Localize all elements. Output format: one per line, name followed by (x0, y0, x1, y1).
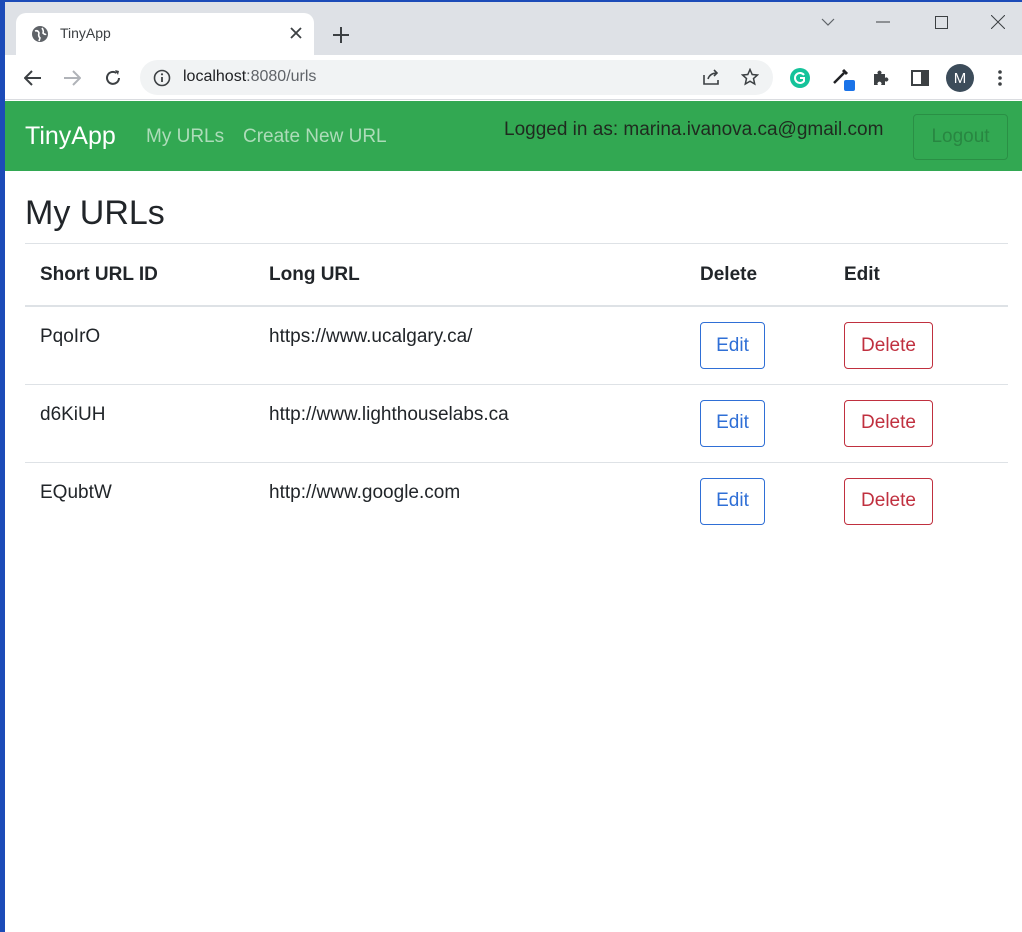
maximize-icon[interactable] (927, 10, 955, 34)
close-icon[interactable] (286, 23, 306, 43)
tab-strip: TinyApp (5, 2, 1022, 55)
web-page: TinyApp My URLs Create New URL Logged in… (5, 101, 1022, 932)
table-header-row: Short URL ID Long URL Delete Edit (25, 244, 1008, 307)
brand-link[interactable]: TinyApp (25, 122, 116, 151)
delete-cell: Delete (829, 306, 1008, 385)
eyedropper-icon[interactable] (828, 63, 858, 93)
share-icon[interactable] (696, 62, 726, 92)
long-url: http://www.google.com (269, 481, 461, 503)
url-host: localhost (183, 68, 247, 85)
delete-button[interactable]: Delete (844, 322, 933, 369)
back-icon[interactable] (18, 63, 48, 93)
table-row: EQubtW http://www.google.com Edit Delete (25, 462, 1008, 540)
address-bar[interactable]: localhost:8080/urls (140, 60, 773, 95)
info-icon[interactable] (152, 68, 172, 88)
short-url-id: EQubtW (40, 481, 112, 503)
edit-button[interactable]: Edit (700, 399, 765, 447)
edit-button[interactable]: Edit (700, 477, 765, 525)
table-row: PqoIrO https://www.ucalgary.ca/ Edit Del… (25, 306, 1008, 385)
browser-window: TinyApp localhost:8080/urls M TinyApp My… (0, 0, 1022, 932)
delete-button[interactable]: Delete (844, 477, 933, 525)
browser-toolbar: localhost:8080/urls M (5, 55, 1022, 100)
delete-cell: Delete (829, 462, 1008, 540)
window-border-left (0, 0, 5, 932)
nav-create-new-url[interactable]: Create New URL (243, 126, 387, 148)
logout-button[interactable]: Logout (913, 114, 1008, 160)
edit-cell: Edit (685, 462, 829, 540)
nav-my-urls[interactable]: My URLs (146, 126, 224, 148)
extensions-icon[interactable] (865, 63, 895, 93)
header-long-url: Long URL (254, 244, 685, 307)
logged-in-text: Logged in as: marina.ivanova.ca@gmail.co… (504, 119, 884, 140)
header-short-url-id: Short URL ID (25, 244, 254, 307)
window-border-top (0, 0, 1022, 2)
edit-cell: Edit (685, 384, 829, 463)
delete-cell: Delete (829, 384, 1008, 463)
page-title: My URLs (25, 194, 165, 232)
browser-tab[interactable]: TinyApp (16, 13, 314, 55)
sidepanel-icon[interactable] (905, 63, 935, 93)
reload-icon[interactable] (98, 63, 128, 93)
window-close-icon[interactable] (984, 10, 1012, 34)
header-edit: Edit (829, 244, 1008, 307)
short-url-id: d6KiUH (25, 384, 254, 463)
edit-cell: Edit (685, 306, 829, 385)
long-url: https://www.ucalgary.ca/ (254, 306, 685, 385)
edit-button[interactable]: Edit (700, 322, 765, 369)
star-icon[interactable] (735, 62, 765, 92)
minimize-icon[interactable] (869, 10, 897, 34)
globe-icon (31, 25, 49, 43)
grammarly-icon[interactable] (785, 63, 815, 93)
url-text[interactable]: localhost:8080/urls (183, 68, 316, 86)
url-path: :8080/urls (246, 68, 317, 85)
urls-table: Short URL ID Long URL Delete Edit PqoIrO… (25, 244, 1008, 540)
delete-button[interactable]: Delete (844, 399, 933, 447)
short-url-id: PqoIrO (25, 306, 254, 385)
avatar[interactable]: M (946, 64, 974, 92)
tab-title: TinyApp (60, 25, 111, 41)
forward-icon[interactable] (57, 63, 87, 93)
long-url: http://www.lighthouselabs.ca (254, 384, 685, 463)
table-row: d6KiUH http://www.lighthouselabs.ca Edit… (25, 384, 1008, 463)
chevron-down-icon[interactable] (814, 10, 842, 34)
navbar: TinyApp My URLs Create New URL Logged in… (5, 101, 1022, 171)
plus-icon[interactable] (328, 22, 354, 48)
more-icon[interactable] (985, 63, 1015, 93)
header-delete: Delete (685, 244, 829, 307)
